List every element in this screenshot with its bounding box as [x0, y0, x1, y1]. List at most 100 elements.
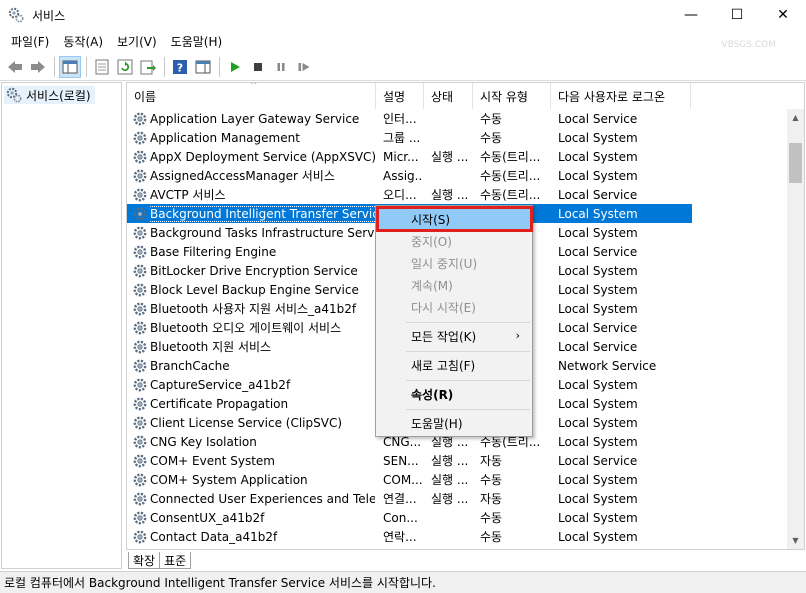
view-tabs: 확장 표준 [128, 551, 192, 569]
service-logon-as: Local System [558, 206, 638, 221]
context-menu-all-tasks[interactable]: 모든 작업(K) › [378, 326, 530, 347]
menu-file[interactable]: 파일(F) [4, 33, 56, 50]
context-menu-help[interactable]: 도움말(H) [378, 413, 530, 434]
tree-item-services-local[interactable]: 서비스(로컬) [4, 86, 95, 104]
table-row[interactable]: Application Management 그룹 ... 수동 Local Syst… [127, 128, 692, 147]
service-logon-as: Local System [558, 529, 638, 544]
column-header-name[interactable]: 이름 ^ [127, 83, 376, 109]
service-startup-type: 수동(트리... [480, 188, 541, 202]
table-row[interactable]: Application Layer Gateway Service 인터... 수동… [127, 109, 692, 128]
service-logon-as: Local System [558, 434, 638, 449]
table-row[interactable]: Connected User Experiences and Telem... 연… [127, 489, 692, 508]
pause-icon[interactable] [270, 56, 292, 78]
forward-arrow-icon[interactable] [27, 56, 49, 78]
stop-icon[interactable] [247, 56, 269, 78]
service-startup-type: 수동 [480, 530, 503, 544]
toolbar-separator [54, 56, 55, 77]
context-menu-start[interactable]: 시작(S) [378, 209, 530, 230]
service-name: CaptureService_a41b2f [150, 377, 291, 392]
back-arrow-icon[interactable] [4, 56, 26, 78]
vertical-scrollbar[interactable]: ▲ ▼ [787, 109, 804, 549]
table-row[interactable]: COM+ Event System SEN... 실행 ... 자동 Local Ser… [127, 451, 692, 470]
close-button[interactable]: ✕ [760, 0, 806, 30]
service-name: BitLocker Drive Encryption Service [150, 263, 358, 278]
service-status [431, 128, 479, 147]
table-row[interactable]: AVCTP 서비스 오디... 실행 ... 수동(트리... Local Servic… [127, 185, 692, 204]
service-status: 실행 ... [431, 492, 469, 506]
table-row[interactable]: ConsentUX_a41b2f Con... 수동 Local System [127, 508, 692, 527]
menu-action[interactable]: 동작(A) [56, 33, 110, 50]
service-description: SEN... [383, 453, 419, 468]
menu-view[interactable]: 보기(V) [110, 33, 164, 50]
refresh-icon[interactable] [114, 56, 136, 78]
scroll-down-icon[interactable]: ▼ [787, 532, 804, 549]
restart-icon[interactable] [293, 56, 315, 78]
properties-sheet-icon[interactable] [91, 56, 113, 78]
service-startup-type: 수동(트리... [480, 169, 541, 183]
service-startup-type: 수동(트리... [480, 150, 541, 164]
context-menu-separator [406, 322, 530, 323]
service-description: 인터... [383, 112, 417, 126]
service-gear-icon [132, 451, 148, 470]
context-menu-refresh[interactable]: 새로 고침(F) [378, 355, 530, 376]
service-logon-as: Local System [558, 301, 638, 316]
service-name: Background Tasks Infrastructure Service [150, 225, 375, 240]
action-pane-icon[interactable] [192, 56, 214, 78]
service-logon-as: Local System [558, 130, 638, 145]
service-gear-icon [132, 318, 148, 337]
service-logon-as: Local System [558, 396, 638, 411]
service-gear-icon [132, 394, 148, 413]
column-header-desc[interactable]: 설명 [376, 83, 424, 109]
service-logon-as: Local System [558, 510, 638, 525]
play-icon[interactable] [224, 56, 246, 78]
toolbar-separator [86, 56, 87, 77]
service-name: Application Management [150, 130, 300, 145]
services-gear-icon [8, 7, 24, 23]
service-name: ConsentUX_a41b2f [150, 510, 265, 525]
minimize-button[interactable]: — [668, 0, 714, 30]
service-gear-icon [132, 413, 148, 432]
service-name: Application Layer Gateway Service [150, 111, 360, 126]
table-row[interactable]: Contact Data_a41b2f 연락... 수동 Local System [127, 527, 692, 546]
service-gear-icon [132, 261, 148, 280]
context-menu-resume: 계속(M) [411, 279, 453, 293]
service-name: COM+ Event System [150, 453, 275, 468]
service-name: Certificate Propagation [150, 396, 289, 411]
table-row[interactable]: COM+ System Application COM... 실행 ... 수동 Loc… [127, 470, 692, 489]
service-name: Contact Data_a41b2f [150, 529, 278, 544]
column-header-row: 이름 ^ 설명 상태 시작 유형 다음 사용자로 로그온 [127, 83, 787, 109]
column-header-startup-type[interactable]: 시작 유형 [473, 83, 551, 109]
service-logon-as: Local System [558, 491, 638, 506]
column-header-status-label: 상태 [431, 89, 454, 104]
service-gear-icon [132, 527, 148, 546]
menu-help[interactable]: 도움말(H) [164, 33, 230, 50]
tab-standard[interactable]: 표준 [159, 552, 192, 569]
service-status [431, 527, 479, 546]
service-gear-icon [132, 356, 148, 375]
table-row[interactable]: AssignedAccessManager 서비스 Assig... 수동(트리..… [127, 166, 692, 185]
table-row[interactable]: AppX Deployment Service (AppXSVC) Micr...… [127, 147, 692, 166]
maximize-button[interactable]: ☐ [714, 0, 760, 30]
export-list-icon[interactable] [137, 56, 159, 78]
service-name: Connected User Experiences and Telem... [150, 491, 375, 506]
help-icon[interactable]: ? [169, 56, 191, 78]
service-name: COM+ System Application [150, 472, 308, 487]
scroll-thumb[interactable] [789, 143, 802, 183]
sort-ascending-icon: ^ [250, 82, 258, 91]
service-gear-icon [132, 337, 148, 356]
service-logon-as: Local System [558, 415, 638, 430]
tab-extended[interactable]: 확장 [128, 552, 161, 569]
service-gear-icon [132, 432, 148, 451]
context-menu: 시작(S) 중지(O) 일시 중지(U) 계속(M) 다시 시작(E) 모든 작… [375, 205, 533, 437]
column-header-logon[interactable]: 다음 사용자로 로그온 [551, 83, 691, 109]
console-tree-icon[interactable] [59, 55, 81, 78]
scroll-up-icon[interactable]: ▲ [787, 109, 804, 126]
service-logon-as: Local System [558, 149, 638, 164]
service-gear-icon [132, 109, 148, 128]
service-gear-icon [132, 489, 148, 508]
service-name: AVCTP 서비스 [150, 188, 226, 202]
context-menu-properties[interactable]: 속성(R) [378, 384, 530, 405]
service-gear-icon [132, 299, 148, 318]
service-startup-type: 자동 [480, 492, 503, 506]
column-header-status[interactable]: 상태 [424, 83, 473, 109]
